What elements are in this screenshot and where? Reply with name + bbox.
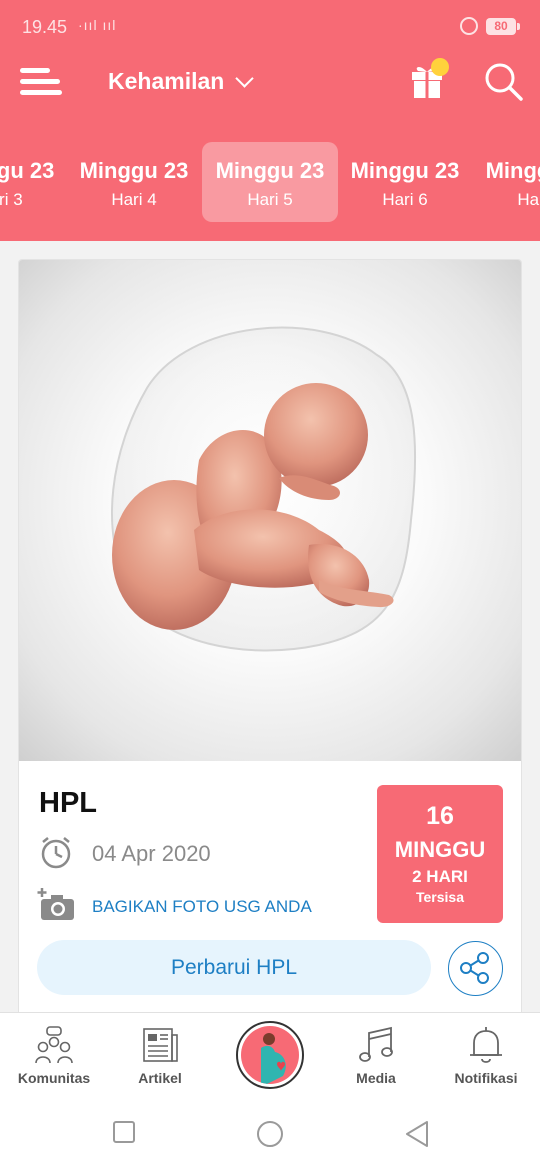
chevron-down-icon bbox=[235, 69, 255, 88]
day-tabs: Minggu 23 Hari 3 Minggu 23 Hari 4 Minggu… bbox=[0, 142, 540, 224]
nav-label: Artikel bbox=[138, 1070, 182, 1086]
nav-label: Media bbox=[356, 1070, 396, 1086]
day-tab[interactable]: Minggu 23 Hari 3 bbox=[0, 142, 68, 222]
status-icons: 80 bbox=[460, 17, 520, 35]
article-icon bbox=[143, 1028, 178, 1062]
fetus-icon bbox=[111, 326, 417, 652]
menu-icon[interactable] bbox=[20, 64, 64, 100]
day-tab-day: Hari 5 bbox=[247, 190, 293, 209]
countdown-days: 2 HARI bbox=[412, 867, 468, 886]
camera-add-icon[interactable] bbox=[37, 888, 75, 922]
hpl-title: HPL bbox=[39, 787, 97, 819]
status-bar: 19.45 ·ııl ııl 80 bbox=[0, 0, 540, 52]
day-tab-week: Minggu 23 bbox=[350, 158, 460, 183]
day-tab-day: Hari 3 bbox=[0, 190, 23, 209]
day-tab-day: Hari 6 bbox=[382, 190, 428, 209]
signal-indicator: ·ııl ııl bbox=[78, 17, 117, 33]
pregnancy-card: HPL 04 Apr 2020 BAGIKAN FOTO USG ANDA 16… bbox=[18, 259, 522, 1029]
community-icon bbox=[35, 1026, 73, 1064]
day-tab[interactable]: Minggu 23 Hari 6 bbox=[337, 142, 473, 222]
fetus-illustration bbox=[19, 260, 521, 761]
orientation-lock-icon bbox=[460, 17, 478, 35]
share-icon bbox=[460, 952, 489, 984]
home-icon[interactable] bbox=[256, 1120, 284, 1148]
share-button[interactable] bbox=[448, 941, 503, 996]
back-icon[interactable] bbox=[404, 1120, 430, 1148]
music-note-icon bbox=[359, 1026, 393, 1062]
countdown-weeks-label: MINGGU bbox=[394, 837, 486, 862]
status-time: 19.45 bbox=[22, 17, 68, 37]
day-tab-day: Hari 7 bbox=[517, 190, 540, 209]
bell-icon bbox=[470, 1027, 502, 1063]
countdown-box: 16 MINGGU 2 HARI Tersisa bbox=[377, 785, 503, 923]
day-tab-active[interactable]: Minggu 23 Hari 5 bbox=[202, 142, 338, 222]
day-tab-day: Hari 4 bbox=[111, 190, 157, 209]
nav-label: Komunitas bbox=[17, 1070, 91, 1086]
due-date: 04 Apr 2020 bbox=[92, 841, 211, 866]
countdown-remaining-label: Tersisa bbox=[416, 889, 464, 905]
section-label: Kehamilan bbox=[108, 68, 225, 94]
nav-media[interactable]: Media bbox=[322, 1013, 430, 1101]
day-tab-week: Minggu 23 bbox=[215, 158, 325, 183]
countdown-weeks: 16 bbox=[426, 802, 454, 830]
section-dropdown[interactable]: Kehamilan bbox=[108, 68, 255, 95]
pregnancy-icon bbox=[241, 1026, 299, 1084]
share-usg-link[interactable]: BAGIKAN FOTO USG ANDA bbox=[92, 897, 312, 917]
day-tab[interactable]: Minggu 23 Hari 7 bbox=[472, 142, 540, 222]
recent-apps-icon[interactable] bbox=[112, 1120, 136, 1144]
battery-icon: 80 bbox=[486, 17, 520, 35]
day-tab-week: Minggu 23 bbox=[79, 158, 189, 183]
nav-label: Notifikasi bbox=[454, 1070, 518, 1086]
pregnancy-home-button[interactable] bbox=[236, 1021, 304, 1089]
system-navigation-bar bbox=[0, 1100, 540, 1170]
nav-komunitas[interactable]: Komunitas bbox=[0, 1013, 108, 1101]
day-tab[interactable]: Minggu 23 Hari 4 bbox=[66, 142, 202, 222]
clock-icon bbox=[41, 837, 71, 869]
nav-artikel[interactable]: Artikel bbox=[106, 1013, 214, 1101]
nav-notifikasi[interactable]: Notifikasi bbox=[432, 1013, 540, 1101]
notification-badge bbox=[431, 58, 449, 76]
search-icon[interactable] bbox=[484, 62, 524, 102]
day-tab-week: Minggu 23 bbox=[485, 158, 540, 183]
update-hpl-button[interactable]: Perbarui HPL bbox=[37, 940, 431, 995]
app-header: 19.45 ·ııl ııl 80 Kehamilan Minggu 23 Ha… bbox=[0, 0, 540, 241]
day-tab-week: Minggu 23 bbox=[0, 158, 55, 183]
